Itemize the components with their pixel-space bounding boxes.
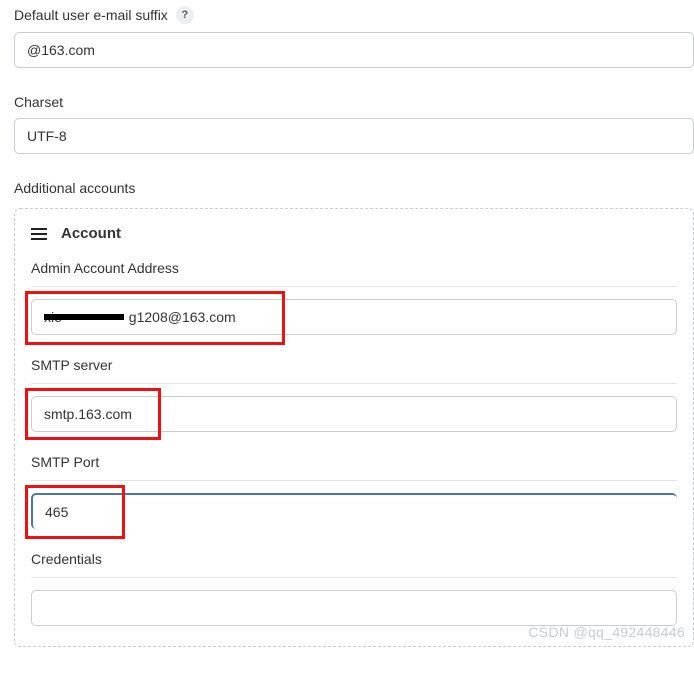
page-root: Default user e-mail suffix ? Charset Add… (14, 6, 694, 647)
field-admin-address: Admin Account Address xie xxxxxxxxx g120… (31, 260, 677, 335)
additional-accounts-heading: Additional accounts (14, 180, 694, 196)
charset-input[interactable] (14, 118, 694, 154)
divider (31, 383, 677, 384)
admin-address-input[interactable]: xie xxxxxxxxx g1208@163.com (31, 299, 677, 335)
admin-address-visible: g1208@163.com (129, 309, 236, 325)
field-default-suffix: Default user e-mail suffix ? (14, 6, 694, 68)
charset-label-row: Charset (14, 94, 694, 110)
charset-label: Charset (14, 94, 63, 110)
field-smtp-port: SMTP Port (31, 454, 677, 529)
additional-accounts-panel: Account Admin Account Address xie xxxxxx… (14, 208, 694, 647)
smtp-server-label: SMTP server (31, 357, 677, 373)
field-charset: Charset (14, 94, 694, 154)
credentials-label: Credentials (31, 551, 677, 567)
smtp-server-input[interactable] (31, 396, 677, 432)
admin-address-redacted: xie xxxxxxxxx (44, 309, 129, 325)
divider (31, 286, 677, 287)
divider (31, 480, 677, 481)
default-suffix-input[interactable] (14, 32, 694, 68)
field-credentials: Credentials (31, 551, 677, 626)
credentials-input[interactable] (31, 590, 677, 626)
account-header: Account (31, 225, 677, 242)
default-suffix-label: Default user e-mail suffix (14, 7, 168, 23)
divider (31, 577, 677, 578)
watermark: CSDN @qq_492448446 (528, 624, 685, 640)
drag-handle-icon[interactable] (31, 228, 47, 240)
admin-address-label: Admin Account Address (31, 260, 677, 276)
smtp-port-label: SMTP Port (31, 454, 677, 470)
smtp-port-input[interactable] (31, 493, 677, 529)
default-suffix-label-row: Default user e-mail suffix ? (14, 6, 694, 24)
account-title: Account (61, 225, 121, 242)
field-smtp-server: SMTP server (31, 357, 677, 432)
help-icon[interactable]: ? (176, 6, 194, 24)
